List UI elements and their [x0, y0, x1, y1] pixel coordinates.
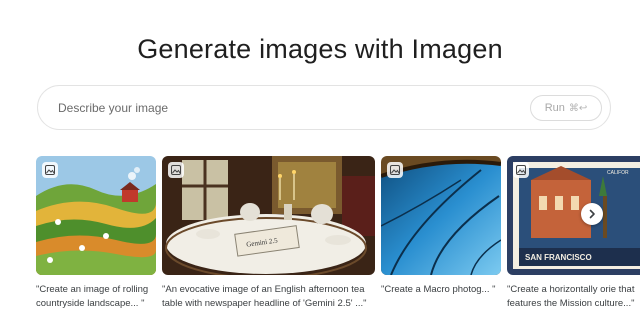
stamp-image[interactable]: SAN FRANCISCO CALIFOR	[507, 156, 640, 275]
page-title: Generate images with Imagen	[137, 34, 503, 64]
image-icon	[168, 162, 184, 178]
stamp-subtitle: CALIFOR	[607, 170, 629, 176]
run-shortcut: ⌘↩	[568, 102, 588, 114]
caption-countryside: "Create an image of rolling countryside …	[36, 284, 149, 309]
run-button-label: Run	[544, 102, 565, 114]
tea-table-image[interactable]: Gemini 2.5	[162, 156, 375, 275]
prompt-input[interactable]	[58, 98, 498, 118]
countryside-image[interactable]	[36, 156, 156, 275]
image-icon	[387, 162, 403, 178]
caption-tea: "An evocative image of an English aftern…	[162, 284, 367, 309]
caption-macro: "Create a Macro photog... "	[381, 284, 496, 295]
next-button[interactable]	[581, 203, 603, 225]
image-icon	[42, 162, 58, 178]
stamp-title: SAN FRANCISCO	[525, 253, 592, 262]
image-icon	[513, 162, 529, 178]
caption-stamp: "Create a horizontally orie that feature…	[507, 284, 635, 309]
prompt-box[interactable]: Run ⌘↩	[37, 85, 611, 130]
macro-wing-image[interactable]	[381, 156, 501, 275]
chevron-right-icon	[589, 209, 595, 219]
example-gallery: "Create an image of rolling countryside …	[0, 156, 640, 323]
run-button[interactable]: Run ⌘↩	[530, 95, 602, 121]
